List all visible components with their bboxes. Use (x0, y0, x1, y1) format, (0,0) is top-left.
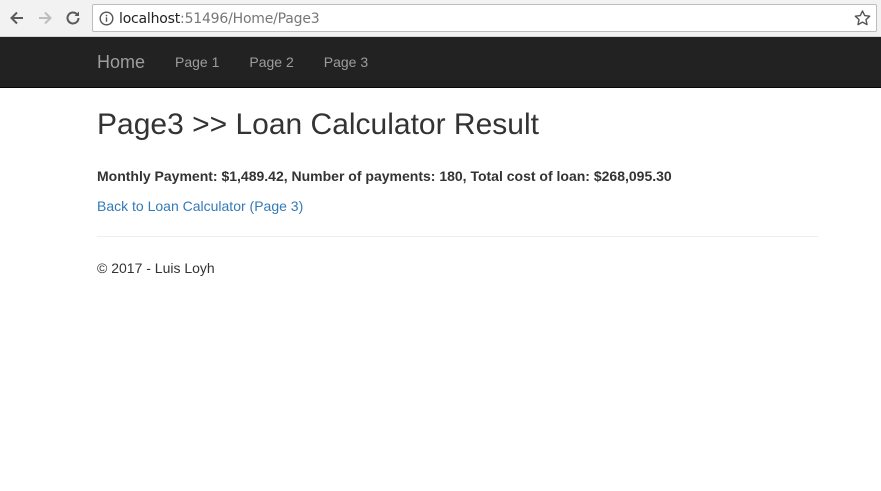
url-host: localhost (119, 11, 181, 27)
footer-divider (97, 236, 818, 237)
back-button[interactable] (6, 7, 28, 29)
loan-result-text: Monthly Payment: $1,489.42, Number of pa… (97, 168, 672, 184)
site-navbar: Home Page 1 Page 2 Page 3 (0, 37, 881, 88)
url-path: :51496/Home/Page3 (180, 11, 320, 27)
navbar-brand-home[interactable]: Home (97, 52, 145, 72)
browser-toolbar: localhost:51496/Home/Page3 (0, 0, 881, 37)
bookmark-star-icon[interactable] (853, 9, 872, 28)
reload-button[interactable] (62, 7, 84, 29)
body-content: Page3 >> Loan Calculator Result Monthly … (97, 88, 818, 278)
back-to-calculator-link[interactable]: Back to Loan Calculator (Page 3) (97, 196, 303, 216)
url-text[interactable]: localhost:51496/Home/Page3 (119, 11, 320, 27)
reload-icon (66, 11, 80, 25)
footer-copyright: © 2017 - Luis Loyh (97, 260, 215, 276)
navbar-links: Page 1 Page 2 Page 3 (175, 54, 398, 71)
nav-link-page-2[interactable]: Page 2 (249, 54, 293, 71)
page-title: Page3 >> Loan Calculator Result (97, 108, 539, 141)
arrow-right-icon (39, 11, 52, 25)
nav-link-page-1[interactable]: Page 1 (175, 54, 219, 71)
nav-link-page-3[interactable]: Page 3 (324, 54, 368, 71)
arrow-left-icon (10, 11, 23, 25)
info-icon[interactable] (99, 11, 114, 26)
address-bar[interactable]: localhost:51496/Home/Page3 (92, 4, 877, 32)
forward-button[interactable] (34, 7, 56, 29)
